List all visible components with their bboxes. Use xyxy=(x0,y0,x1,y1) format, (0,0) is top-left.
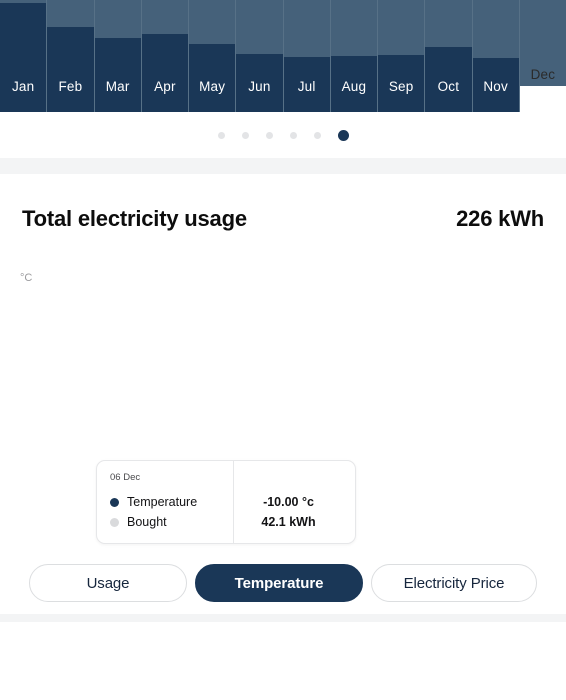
pagination-dot-3[interactable] xyxy=(265,131,273,139)
month-label-jun: Jun xyxy=(248,79,271,94)
toggle-usage-label: Usage xyxy=(86,574,130,592)
pagination-dot-4[interactable] xyxy=(289,131,297,139)
tooltip-row-temperature: Temperature xyxy=(110,492,233,512)
pagination-dot-6[interactable] xyxy=(337,129,349,141)
month-cell-nov[interactable]: Nov xyxy=(472,0,520,112)
month-label-oct: Oct xyxy=(437,79,460,94)
pagination-dots[interactable] xyxy=(0,112,566,158)
month-bar-feb xyxy=(47,27,94,112)
metric-toggle-group[interactable]: Usage Temperature Electricity Price xyxy=(0,544,566,622)
month-bar-dec xyxy=(519,86,566,112)
section-divider xyxy=(0,158,566,174)
tooltip-label-temperature: Temperature xyxy=(127,495,198,509)
pagination-dot-1[interactable] xyxy=(217,131,225,139)
month-cell-sep[interactable]: Sep xyxy=(378,0,426,112)
month-label-jan: Jan xyxy=(11,79,35,94)
dot-grey-icon xyxy=(110,517,119,527)
month-label-nov: Nov xyxy=(483,79,508,94)
month-bar-selector[interactable]: Jan Feb Mar Apr May Jun Jul Aug Sep Oct Nov Dec xyxy=(0,0,566,112)
card-header: Total electricity usage 226 kWh xyxy=(0,174,566,232)
month-cell-oct[interactable]: Oct xyxy=(425,0,473,112)
toggle-temperature-label: Temperature xyxy=(234,574,324,592)
month-cell-jan[interactable]: Jan xyxy=(0,0,48,112)
bottom-edge-band xyxy=(0,614,566,622)
toggle-temperature-button[interactable]: Temperature xyxy=(195,564,363,602)
chart-tooltip: 06 Dec Temperature Bought -10.00 °c 42.1… xyxy=(96,460,356,544)
tooltip-label-bought: Bought xyxy=(127,515,167,529)
month-label-jul: Jul xyxy=(297,79,316,94)
month-label-sep: Sep xyxy=(388,79,414,94)
month-cell-feb[interactable]: Feb xyxy=(47,0,95,112)
month-bar-may xyxy=(189,44,236,112)
month-cell-dec[interactable]: Dec xyxy=(519,0,566,112)
month-bar-apr xyxy=(141,34,188,112)
total-usage-value: 226 kWh xyxy=(456,206,544,231)
page-title: Total electricity usage xyxy=(22,206,247,231)
usage-card: Total electricity usage 226 kWh °C 0-612… xyxy=(0,174,566,622)
y-axis-unit-label: °C xyxy=(20,272,33,284)
tooltip-values: -10.00 °c 42.1 kWh xyxy=(234,461,355,543)
month-cell-apr[interactable]: Apr xyxy=(141,0,189,112)
tooltip-date: 06 Dec xyxy=(110,472,141,483)
month-cell-jul[interactable]: Jul xyxy=(283,0,331,112)
month-cell-aug[interactable]: Aug xyxy=(330,0,378,112)
tooltip-labels: 06 Dec Temperature Bought xyxy=(97,461,234,543)
pagination-dot-2[interactable] xyxy=(241,131,249,139)
month-cell-jun[interactable]: Jun xyxy=(236,0,284,112)
month-label-may: May xyxy=(199,79,226,94)
month-label-dec: Dec xyxy=(530,67,556,82)
month-cell-may[interactable]: May xyxy=(189,0,237,112)
toggle-price-button[interactable]: Electricity Price xyxy=(371,564,537,602)
tooltip-value-bought: 42.1 kWh xyxy=(261,515,316,529)
month-label-feb: Feb xyxy=(58,79,83,94)
month-label-apr: Apr xyxy=(154,79,176,94)
month-bar-jan xyxy=(0,3,47,112)
toggle-price-label: Electricity Price xyxy=(403,574,505,592)
pagination-dot-5[interactable] xyxy=(313,131,321,139)
tooltip-row-bought: Bought xyxy=(110,512,233,532)
month-cell-mar[interactable]: Mar xyxy=(94,0,142,112)
month-bar-mar xyxy=(94,38,141,112)
tooltip-value-temperature: -10.00 °c xyxy=(263,495,314,509)
toggle-usage-button[interactable]: Usage xyxy=(29,564,187,602)
month-label-mar: Mar xyxy=(105,79,130,94)
dot-navy-icon xyxy=(110,497,119,507)
month-label-aug: Aug xyxy=(341,79,367,94)
